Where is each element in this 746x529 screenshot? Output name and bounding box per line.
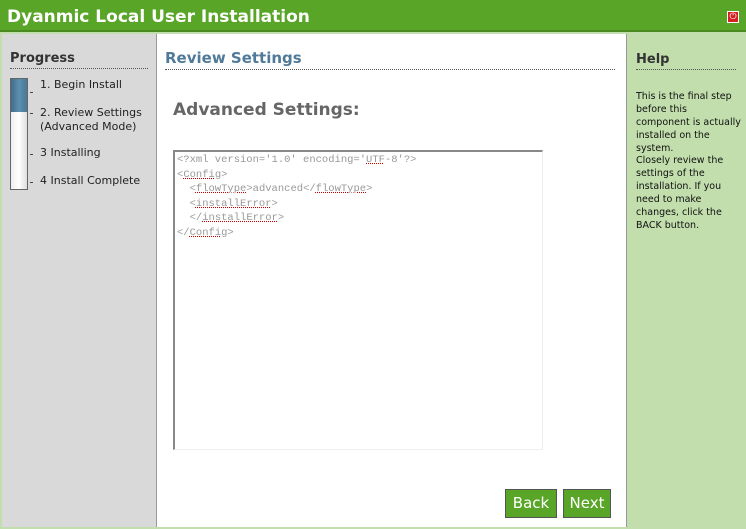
progress-bar <box>10 78 28 190</box>
power-icon[interactable]: ⏻ <box>727 11 739 23</box>
xml-text: Config <box>183 168 222 181</box>
step-tick <box>30 182 33 183</box>
progress-panel: Progress 1. Begin Install 2. Review Sett… <box>2 34 157 527</box>
back-button[interactable]: Back <box>505 489 557 518</box>
progress-title: Progress <box>10 51 148 69</box>
xml-text: flowType <box>195 183 247 195</box>
xml-text: -8'?> <box>384 154 417 166</box>
window-title: Dyanmic Local User Installation <box>7 7 310 27</box>
xml-text: UTF <box>366 154 385 166</box>
advanced-settings-heading: Advanced Settings: <box>173 100 360 120</box>
help-panel: Help This is the final step before this … <box>628 34 746 527</box>
xml-settings-textarea[interactable]: <?xml version='1.0' encoding='UTF-8'?> <… <box>173 150 543 450</box>
step-review-settings: 2. Review Settings <box>40 106 142 119</box>
xml-text: installError <box>195 197 272 210</box>
main-panel: Review Settings Advanced Settings: <?xml… <box>157 34 627 527</box>
page-title: Review Settings <box>165 49 615 70</box>
step-tick <box>30 92 33 93</box>
help-text-2: Closely review the settings of the insta… <box>636 155 724 231</box>
xml-text: flowType <box>315 183 367 195</box>
step-install-complete: 4 Install Complete <box>40 174 141 187</box>
xml-text: Config <box>189 226 228 239</box>
title-bar: Dyanmic Local User Installation ⏻ <box>0 0 746 32</box>
xml-text: installError <box>202 212 278 224</box>
step-review-settings-mode: (Advanced Mode) <box>40 120 137 133</box>
next-button[interactable]: Next <box>563 489 611 518</box>
help-text-1: This is the final step before this compo… <box>636 91 741 154</box>
xml-text: <?xml version='1.0' encoding=' <box>177 154 367 166</box>
help-title: Help <box>636 52 736 70</box>
progress-bar-fill <box>11 79 27 112</box>
step-installing: 3 Installing <box>40 146 101 159</box>
xml-text: advanced <box>252 183 304 195</box>
step-tick <box>30 113 33 114</box>
step-begin-install: 1. Begin Install <box>40 78 122 91</box>
step-tick <box>30 154 33 155</box>
